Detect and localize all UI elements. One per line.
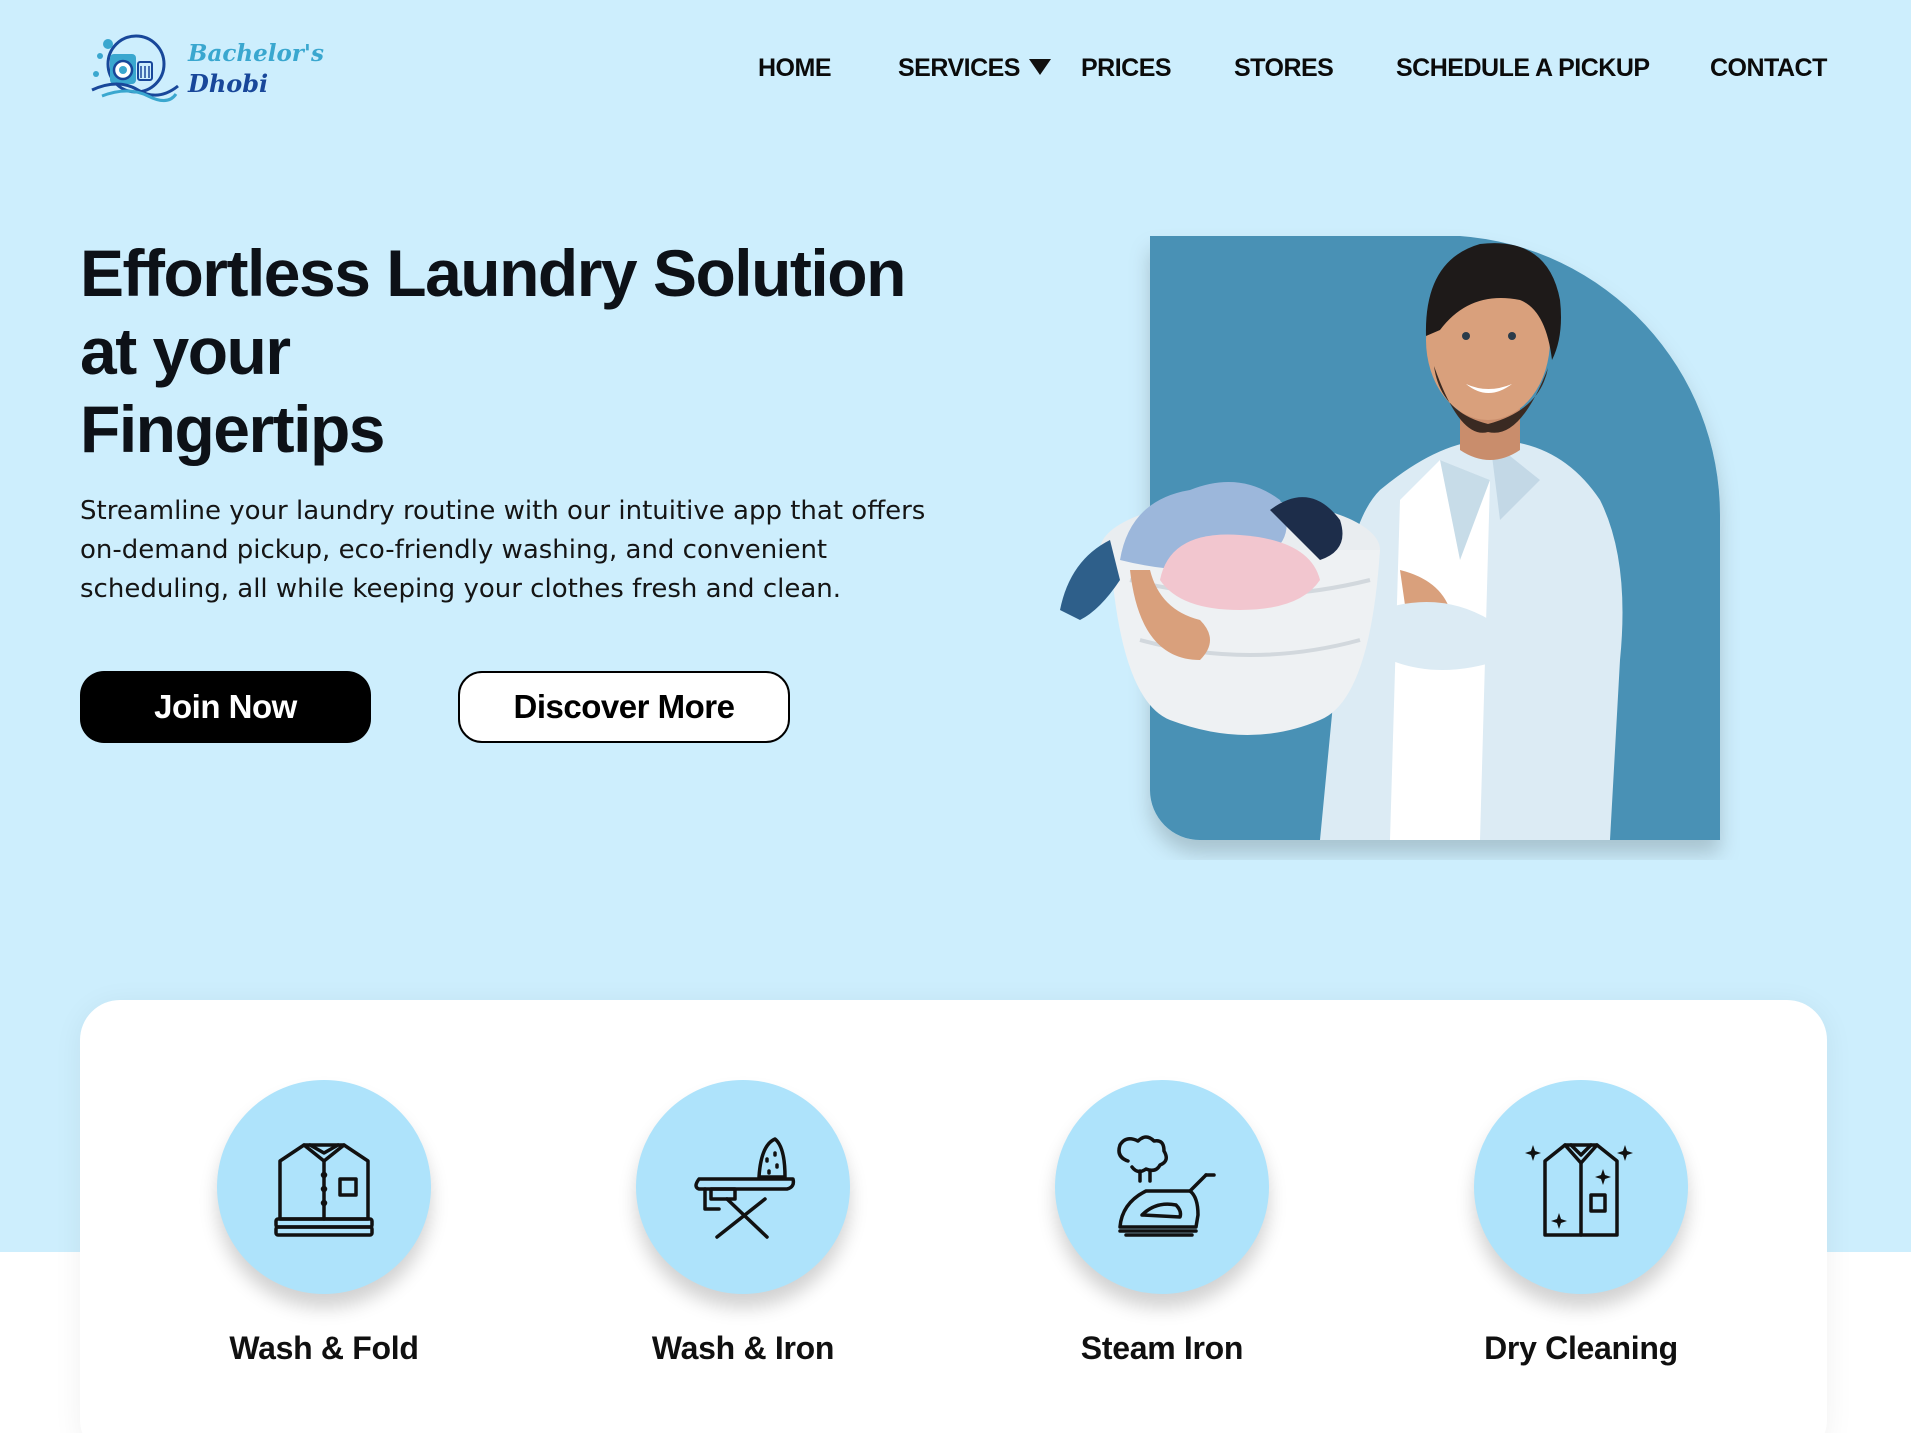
hero-description: Streamline your laundry routine with our… bbox=[80, 496, 926, 604]
brand-logo[interactable]: Bachelor's Dhobi bbox=[88, 32, 324, 106]
service-icon-circle bbox=[217, 1080, 431, 1294]
hero-title-line1: Effortless Laundry Solution bbox=[80, 236, 906, 310]
clean-shirt-icon bbox=[1525, 1143, 1633, 1237]
caret-down-icon bbox=[1028, 59, 1051, 76]
ironing-board-icon bbox=[694, 1137, 796, 1239]
service-label: Wash & Iron bbox=[651, 1330, 835, 1366]
service-label: Dry Cleaning bbox=[1484, 1330, 1678, 1366]
nav-item-prices[interactable]: PRICES bbox=[1081, 50, 1172, 86]
nav-item-home[interactable]: HOME bbox=[758, 50, 832, 86]
brand-name-line2: Dhobi bbox=[188, 69, 269, 98]
hero-title-line2: at your bbox=[80, 314, 291, 388]
service-icon-circle bbox=[1055, 1080, 1269, 1294]
steam-iron-icon bbox=[1117, 1135, 1216, 1237]
hero-title: Effortless Laundry Solution at your Fing… bbox=[80, 234, 940, 468]
service-label: Steam Iron bbox=[1080, 1330, 1244, 1366]
nav-item-services[interactable]: SERVICES bbox=[898, 50, 1051, 86]
service-label: Wash & Fold bbox=[229, 1330, 419, 1366]
folded-shirts-icon bbox=[274, 1143, 374, 1237]
service-icon-circle bbox=[636, 1080, 850, 1294]
services-section: Wash & Fold Wash & Iron Steam Iron Dry C… bbox=[80, 1000, 1827, 1433]
nav-item-stores[interactable]: STORES bbox=[1234, 50, 1334, 86]
nav-item-services-label: SERVICES bbox=[898, 54, 1020, 82]
brand-name-line1: Bachelor's bbox=[188, 40, 324, 67]
nav-item-schedule-pickup[interactable]: SCHEDULE A PICKUP bbox=[1396, 50, 1650, 86]
join-now-button[interactable]: Join Now bbox=[80, 671, 371, 743]
service-icon-circle bbox=[1474, 1080, 1688, 1294]
washing-machine-logo-icon bbox=[91, 34, 179, 102]
nav-item-contact[interactable]: CONTACT bbox=[1710, 50, 1827, 86]
discover-more-button[interactable]: Discover More bbox=[458, 671, 790, 743]
brand-name: Bachelor's Dhobi bbox=[188, 39, 324, 99]
man-holding-laundry-basket-photo bbox=[1020, 140, 1740, 860]
hero-title-line3: Fingertips bbox=[80, 392, 386, 466]
